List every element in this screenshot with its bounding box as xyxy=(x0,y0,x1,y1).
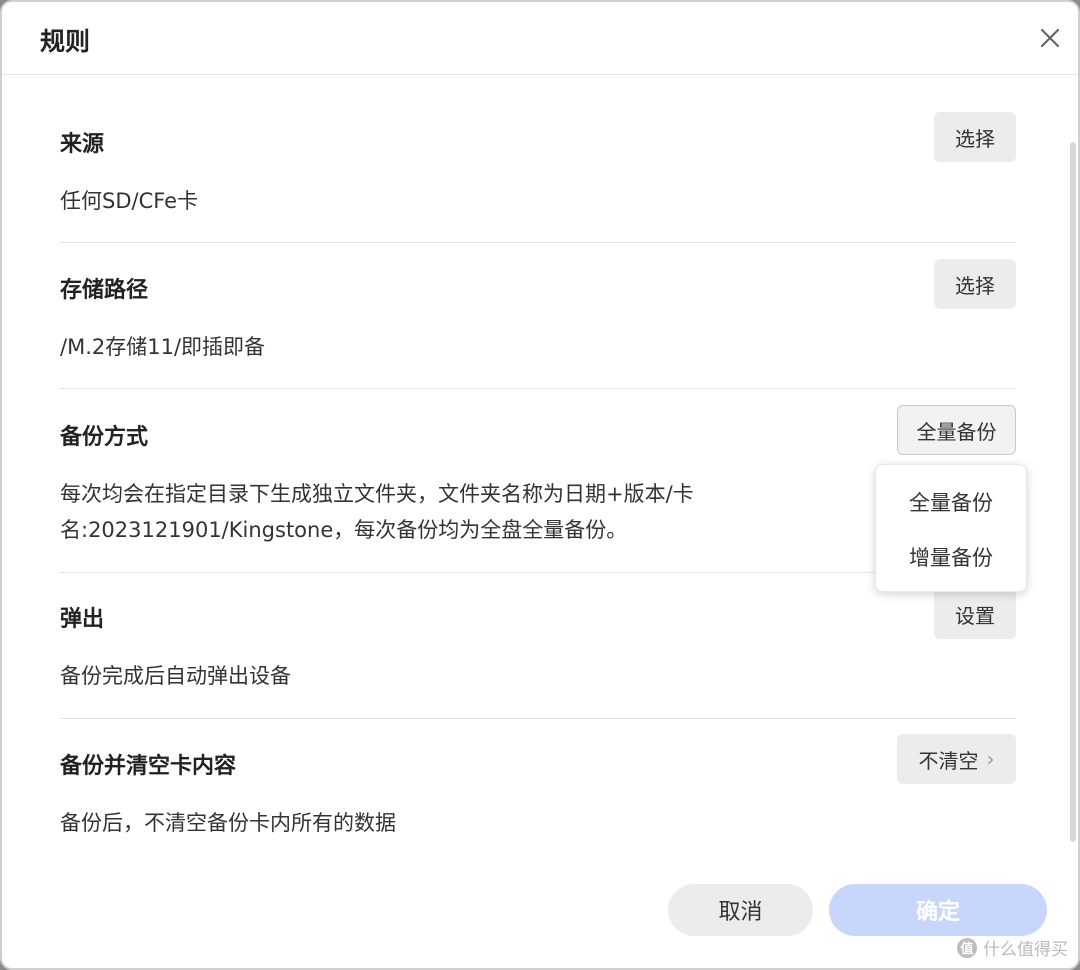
backup-mode-desc-line1: 每次均会在指定目录下生成独立文件夹，文件夹名称为日期+版本/卡 xyxy=(60,482,694,506)
dropdown-option-full[interactable]: 全量备份 xyxy=(876,487,1026,517)
watermark-logo-icon: 值 xyxy=(957,937,977,958)
clear-card-select[interactable]: 不清空 › xyxy=(897,734,1016,784)
eject-desc: 备份完成后自动弹出设备 xyxy=(60,664,291,688)
confirm-button[interactable]: 确定 xyxy=(829,884,1047,936)
clear-card-label: 备份并清空卡内容 xyxy=(60,754,237,779)
divider xyxy=(60,242,1016,243)
source-label: 来源 xyxy=(60,132,105,157)
backup-mode-section: 备份方式 全量备份 每次均会在指定目录下生成独立文件夹，文件夹名称为日期+版本/… xyxy=(60,404,1016,574)
storage-select-button[interactable]: 选择 xyxy=(934,259,1016,309)
storage-label: 存储路径 xyxy=(60,278,149,303)
source-value: 任何SD/CFe卡 xyxy=(60,189,199,213)
backup-mode-desc-line2: 名:2023121901/Kingstone，每次备份均为全盘全量备份。 xyxy=(60,518,628,542)
eject-settings-button[interactable]: 设置 xyxy=(934,589,1016,639)
divider xyxy=(60,572,1016,573)
divider xyxy=(60,388,1016,389)
storage-path-value: /M.2存储11/即插即备 xyxy=(60,335,266,359)
eject-section: 弹出 设置 备份完成后自动弹出设备 xyxy=(60,587,1016,721)
clear-card-value: 不清空 xyxy=(918,748,979,773)
dialog-title: 规则 xyxy=(40,27,91,56)
close-icon[interactable] xyxy=(1034,22,1066,54)
watermark-text: 什么值得买 xyxy=(983,940,1068,960)
backup-mode-select[interactable]: 全量备份 xyxy=(897,405,1016,455)
scrollbar[interactable] xyxy=(1070,142,1076,842)
storage-section: 存储路径 选择 /M.2存储11/即插即备 xyxy=(60,257,1016,391)
chevron-right-icon: › xyxy=(986,747,995,771)
source-select-button[interactable]: 选择 xyxy=(934,112,1016,162)
eject-label: 弹出 xyxy=(60,607,105,632)
dialog-header: 规则 xyxy=(2,2,1078,75)
clear-card-desc: 备份后，不清空备份卡内所有的数据 xyxy=(60,811,396,835)
watermark: 值 什么值得买 xyxy=(957,935,1068,960)
cancel-button[interactable]: 取消 xyxy=(668,884,813,936)
dropdown-option-incremental[interactable]: 增量备份 xyxy=(876,542,1026,572)
divider xyxy=(60,718,1016,719)
backup-mode-label: 备份方式 xyxy=(60,425,149,450)
backup-mode-dropdown: 全量备份 增量备份 xyxy=(875,464,1027,592)
rules-dialog: 规则 来源 选择 任何SD/CFe卡 存储路径 选择 /M.2存储11/即插即备… xyxy=(0,0,1080,970)
clear-card-section: 备份并清空卡内容 不清空 › 备份后，不清空备份卡内所有的数据 xyxy=(60,733,1016,843)
source-section: 来源 选择 任何SD/CFe卡 xyxy=(60,110,1016,244)
